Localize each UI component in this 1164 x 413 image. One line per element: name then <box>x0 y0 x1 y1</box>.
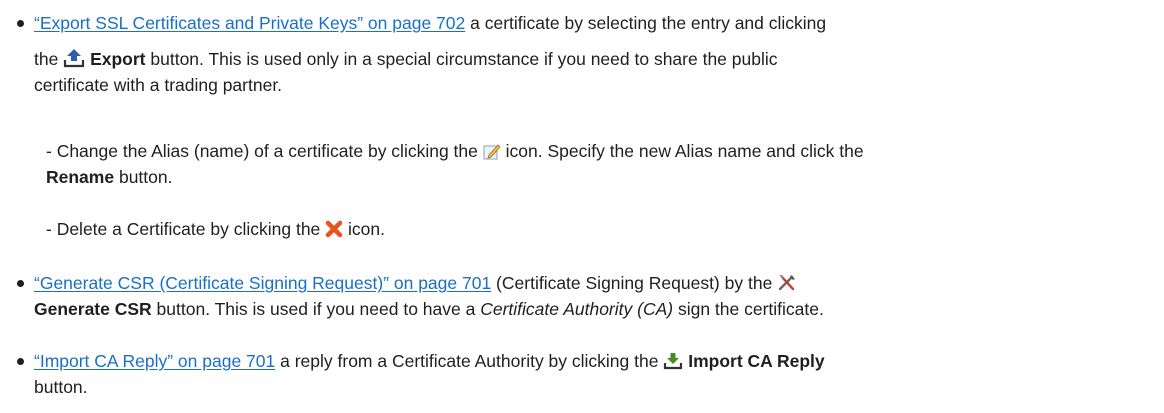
bullet-dot <box>17 20 24 27</box>
text-segment: a reply from a Certificate Authority by … <box>275 351 664 371</box>
bullet-dot <box>17 358 24 365</box>
text-segment: icon. Specify the new Alias name and cli… <box>500 141 864 161</box>
text-segment: (Certificate Signing Request) by the <box>491 273 778 293</box>
text-segment: icon. <box>343 219 385 239</box>
text-segment: sign the certificate. <box>673 299 824 319</box>
list-item: “Import CA Reply” on page 701 a reply fr… <box>17 350 1144 399</box>
text-segment: - Change the Alias (name) of a certifica… <box>46 141 483 161</box>
text-segment: button. <box>34 377 88 397</box>
tools-icon <box>777 274 797 298</box>
text-segment: button. This is used only in a special c… <box>145 49 778 69</box>
rename-label: Rename <box>46 167 115 187</box>
sub-list-item: - Delete a Certificate by clicking the i… <box>46 218 1144 244</box>
generate-csr-link[interactable]: “Generate CSR (Certificate Signing Reque… <box>34 273 491 293</box>
export-label: Export <box>90 49 146 69</box>
text-line: the Export button. This is used only in … <box>34 48 1144 74</box>
text-segment: button. This is used if you need to have… <box>151 299 481 319</box>
import-ca-reply-link[interactable]: “Import CA Reply” on page 701 <box>34 351 275 371</box>
export-ssl-link[interactable]: “Export SSL Certificates and Private Key… <box>34 13 465 33</box>
ca-term: Certificate Authority (CA) <box>480 299 674 319</box>
bullet-dot <box>17 280 24 287</box>
edit-pencil-icon <box>483 142 501 166</box>
text-segment: certificate with a trading partner. <box>34 75 283 95</box>
import-download-icon <box>663 352 683 376</box>
text-segment: a certificate by selecting the entry and… <box>465 13 827 33</box>
document-page: “Export SSL Certificates and Private Key… <box>0 0 1164 413</box>
generate-csr-label: Generate CSR <box>34 299 152 319</box>
export-upload-icon <box>63 48 85 74</box>
delete-x-icon <box>325 220 343 244</box>
sub-list-item: - Change the Alias (name) of a certifica… <box>46 140 1144 189</box>
import-ca-reply-label: Import CA Reply <box>688 351 825 371</box>
text-segment: - Delete a Certificate by clicking the <box>46 219 326 239</box>
list-item: “Generate CSR (Certificate Signing Reque… <box>17 272 1144 321</box>
list-item: “Export SSL Certificates and Private Key… <box>17 12 1144 97</box>
text-segment: the <box>34 49 64 69</box>
text-segment: button. <box>114 167 173 187</box>
